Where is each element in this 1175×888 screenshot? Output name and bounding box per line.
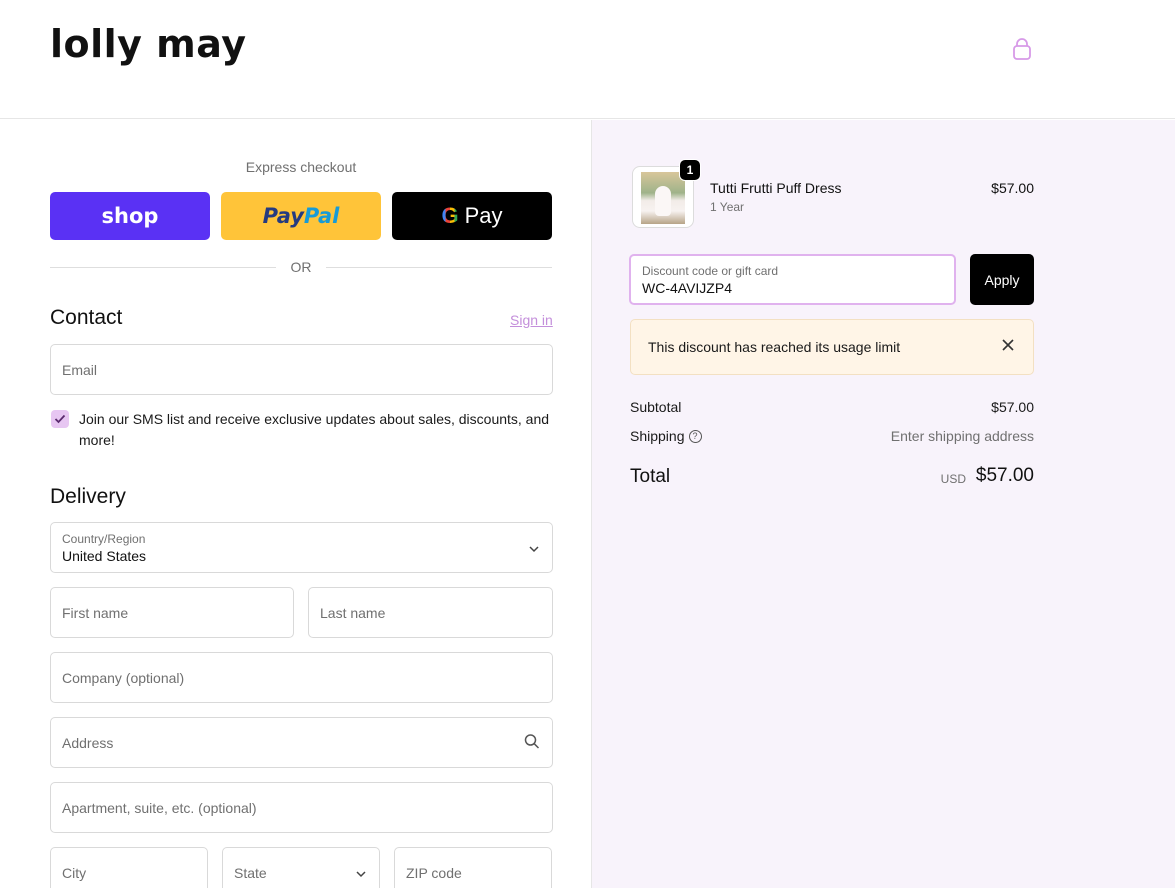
first-name-placeholder: First name bbox=[62, 604, 129, 621]
zip-placeholder: ZIP code bbox=[406, 864, 462, 881]
google-pay-button[interactable]: G Pay bbox=[392, 192, 552, 240]
country-select[interactable]: Country/Region United States bbox=[50, 522, 553, 573]
checkmark-icon bbox=[54, 414, 66, 424]
paypal-button[interactable]: Pay Pal bbox=[221, 192, 381, 240]
last-name-placeholder: Last name bbox=[320, 604, 386, 621]
chevron-down-icon bbox=[528, 540, 540, 556]
state-placeholder: State bbox=[234, 864, 267, 881]
quantity-badge: 1 bbox=[679, 159, 701, 181]
delivery-heading: Delivery bbox=[50, 485, 126, 508]
product-price: $57.00 bbox=[991, 180, 1034, 196]
or-divider: OR bbox=[50, 258, 552, 276]
last-name-field[interactable]: Last name bbox=[308, 587, 553, 638]
or-label: OR bbox=[290, 259, 312, 275]
product-image bbox=[641, 172, 685, 224]
express-checkout-label: Express checkout bbox=[245, 159, 357, 175]
shipping-label: Shipping bbox=[630, 428, 685, 444]
address-placeholder: Address bbox=[62, 734, 114, 751]
email-placeholder: Email bbox=[62, 361, 98, 378]
shipping-value: Enter shipping address bbox=[890, 428, 1034, 444]
paypal-label-pal: Pal bbox=[303, 204, 340, 228]
country-label: Country/Region bbox=[62, 531, 146, 546]
company-placeholder: Company (optional) bbox=[62, 669, 185, 686]
company-field[interactable]: Company (optional) bbox=[50, 652, 553, 703]
contact-heading: Contact bbox=[50, 306, 123, 329]
apply-discount-button[interactable]: Apply bbox=[970, 254, 1034, 305]
site-header: lolly may bbox=[0, 0, 1175, 119]
zip-field[interactable]: ZIP code bbox=[394, 847, 552, 888]
state-select[interactable]: State bbox=[222, 847, 380, 888]
checkout-main: Express checkout shop Pay Pal G Pay OR Co… bbox=[0, 120, 592, 888]
paypal-label-pay: Pay bbox=[262, 204, 304, 228]
shipping-label-row: Shipping? bbox=[630, 428, 702, 444]
subtotal-value: $57.00 bbox=[991, 399, 1034, 415]
discount-code-input[interactable]: Discount code or gift card WC-4AVIJZP4 bbox=[629, 254, 956, 305]
address-field[interactable]: Address bbox=[50, 717, 553, 768]
shopping-bag-icon[interactable] bbox=[1011, 38, 1033, 62]
apartment-field[interactable]: Apartment, suite, etc. (optional) bbox=[50, 782, 553, 833]
chevron-down-icon bbox=[355, 865, 367, 881]
shop-pay-button[interactable]: shop bbox=[50, 192, 210, 240]
apartment-placeholder: Apartment, suite, etc. (optional) bbox=[62, 799, 257, 816]
product-variant: 1 Year bbox=[710, 200, 745, 214]
currency-code: USD bbox=[940, 472, 966, 486]
discount-value: WC-4AVIJZP4 bbox=[642, 279, 732, 296]
store-logo[interactable]: lolly may bbox=[50, 22, 247, 66]
sms-checkbox[interactable] bbox=[51, 410, 69, 428]
discount-label: Discount code or gift card bbox=[642, 263, 779, 278]
search-icon bbox=[524, 733, 540, 752]
first-name-field[interactable]: First name bbox=[50, 587, 294, 638]
product-name: Tutti Frutti Puff Dress bbox=[710, 180, 842, 196]
sign-in-link[interactable]: Sign in bbox=[510, 312, 553, 328]
total-value: $57.00 bbox=[975, 465, 1034, 486]
google-pay-label: Pay bbox=[464, 203, 503, 228]
close-icon[interactable] bbox=[1001, 336, 1015, 356]
country-value: United States bbox=[62, 547, 147, 564]
email-field[interactable]: Email bbox=[50, 344, 553, 395]
subtotal-label: Subtotal bbox=[630, 399, 682, 415]
order-summary: 1 Tutti Frutti Puff Dress 1 Year $57.00 … bbox=[592, 120, 1175, 888]
total-label: Total bbox=[630, 466, 671, 487]
sms-opt-in-label: Join our SMS list and receive exclusive … bbox=[79, 411, 550, 448]
question-icon[interactable]: ? bbox=[688, 429, 702, 443]
alert-message: This discount has reached its usage limi… bbox=[648, 339, 901, 355]
city-field[interactable]: City bbox=[50, 847, 208, 888]
shop-pay-label: shop bbox=[101, 204, 159, 228]
discount-error-alert: This discount has reached its usage limi… bbox=[630, 319, 1034, 375]
google-g-icon: G bbox=[441, 203, 459, 228]
city-placeholder: City bbox=[62, 864, 87, 881]
